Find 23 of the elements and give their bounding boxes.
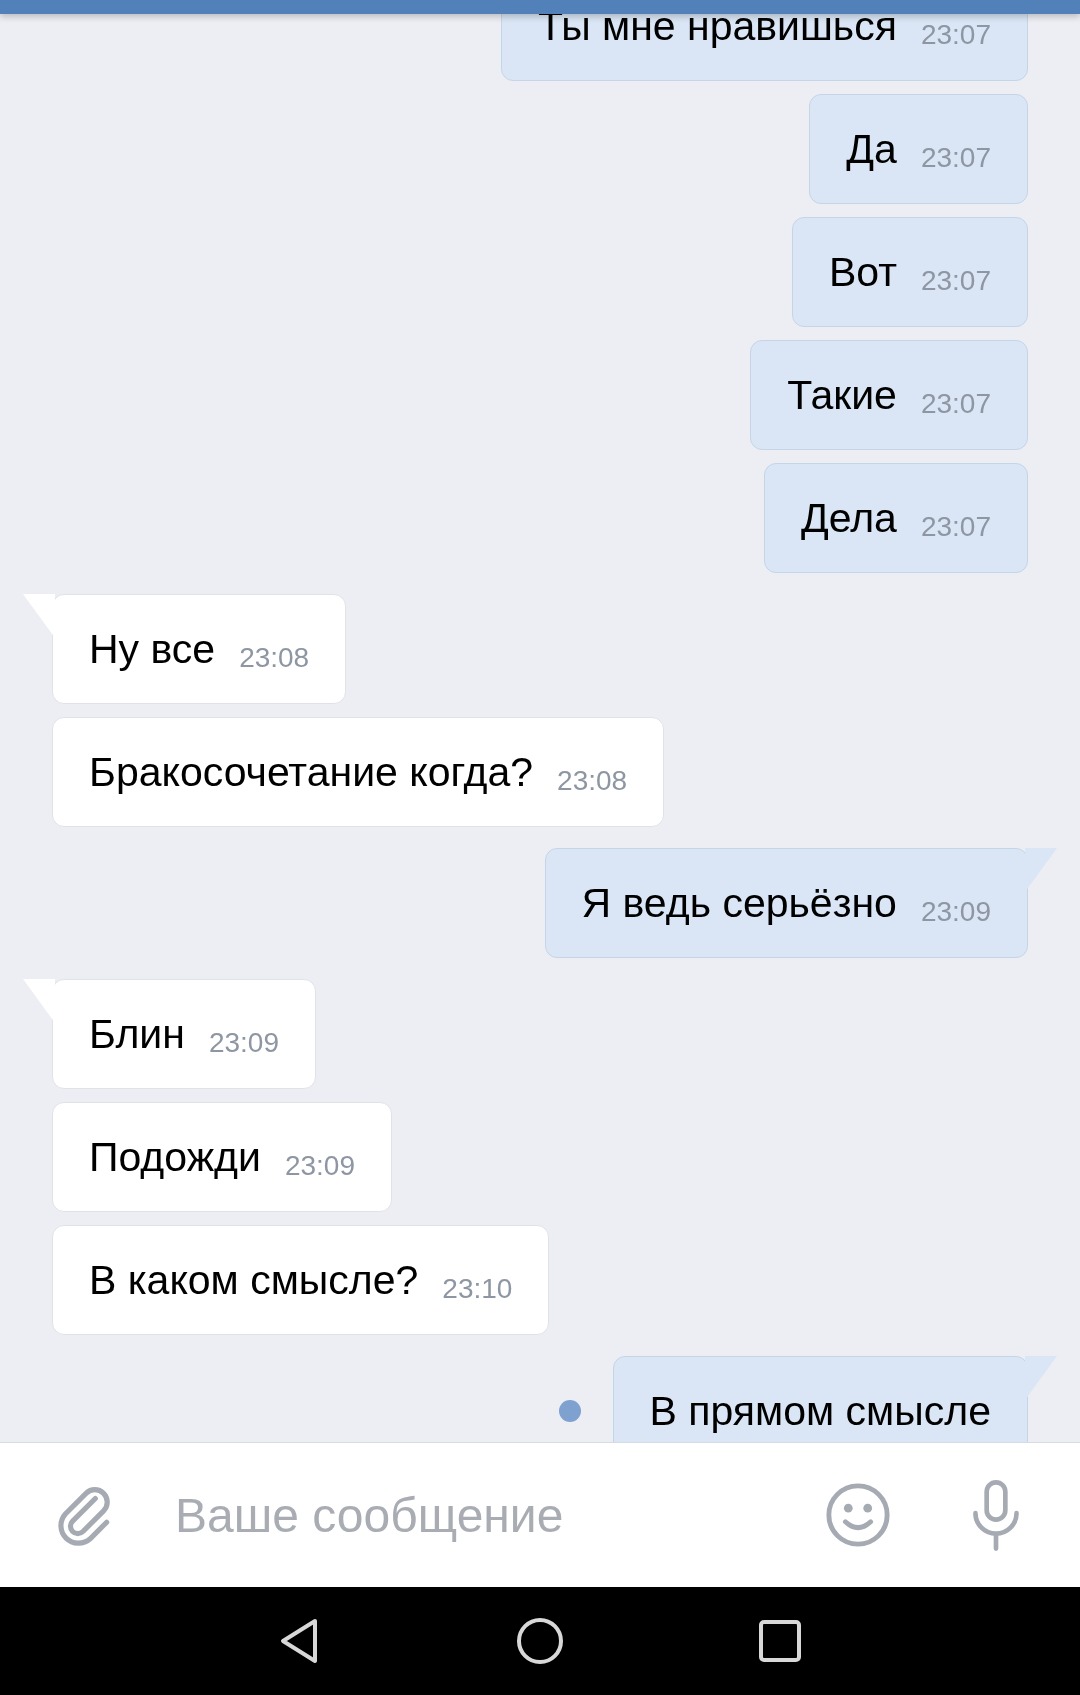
message-time: 23:07 — [920, 19, 991, 51]
message-time: 23:09 — [920, 896, 991, 928]
message-time: 23:07 — [920, 388, 991, 420]
home-icon[interactable] — [515, 1616, 565, 1666]
message-time: 23:10 — [442, 1273, 513, 1305]
message-text: В каком смысле? — [89, 1259, 419, 1301]
message-time: 23:09 — [208, 1027, 279, 1059]
message-time: 23:07 — [920, 265, 991, 297]
message-time: 23:08 — [557, 765, 628, 797]
message-text: Я ведь серьёзно — [581, 882, 897, 924]
message-time: 23:08 — [239, 642, 310, 674]
message-text: Подожди — [89, 1136, 261, 1178]
message-text: Дела — [801, 497, 897, 539]
message-text: Вот — [828, 251, 897, 293]
message-text: Да — [846, 128, 897, 170]
message-text: Такие — [787, 374, 897, 416]
message-text: Ну все — [89, 628, 216, 670]
message-time: 23:07 — [920, 142, 991, 174]
message-time: 23:09 — [284, 1150, 355, 1182]
message-text: Блин — [89, 1013, 185, 1055]
message-text: Бракосочетание когда? — [89, 751, 534, 793]
message-time: 23:07 — [920, 511, 991, 543]
message-text: В прямом смысле — [649, 1390, 991, 1432]
